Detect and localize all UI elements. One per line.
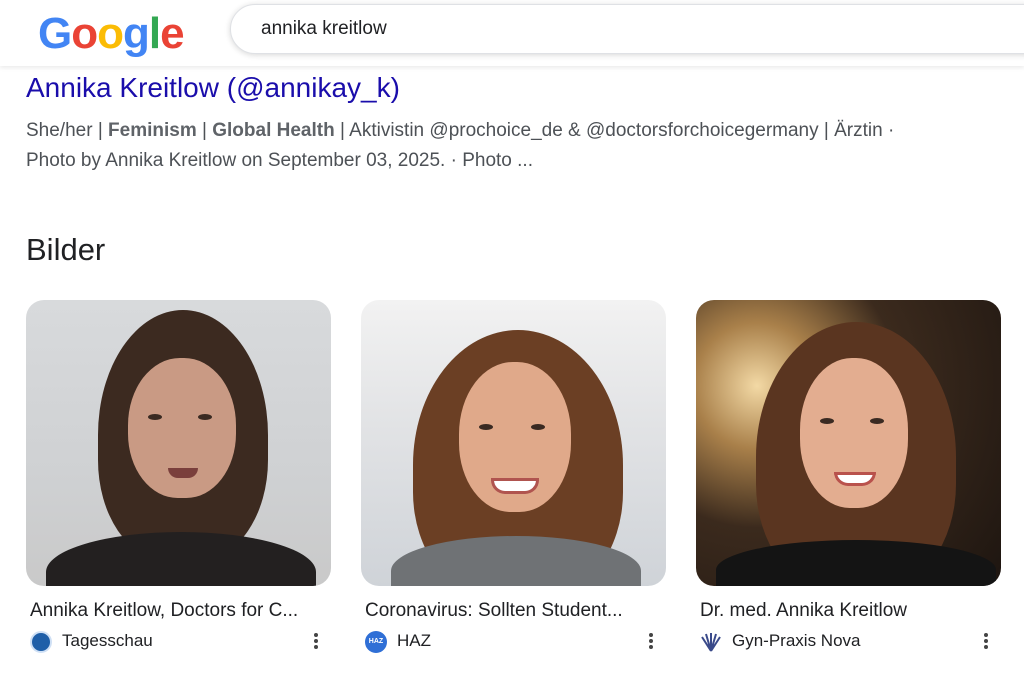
google-logo[interactable]: Google	[38, 9, 185, 59]
more-options-icon[interactable]	[305, 628, 327, 654]
more-options-icon[interactable]	[975, 628, 997, 654]
image-thumbnail[interactable]	[26, 300, 331, 586]
source-name: HAZ	[397, 631, 431, 650]
image-card[interactable]: Coronavirus: Sollten Student... HAZ HAZ	[361, 300, 666, 654]
logo-letter: l	[148, 9, 161, 58]
source-name: Tagesschau	[62, 631, 153, 650]
image-card[interactable]: Dr. med. Annika Kreitlow Gyn-Praxis Nova	[696, 300, 1001, 654]
image-caption[interactable]: Dr. med. Annika Kreitlow	[700, 600, 1000, 622]
gyn-praxis-nova-icon	[700, 631, 722, 653]
search-input[interactable]	[261, 5, 1001, 53]
image-thumbnail[interactable]	[696, 300, 1001, 586]
result-title-link[interactable]: Annika Kreitlow (@annikay_k)	[26, 72, 400, 104]
snippet-line-2: Photo by Annika Kreitlow on September 03…	[26, 150, 533, 171]
image-thumbnail[interactable]	[361, 300, 666, 586]
image-card[interactable]: Annika Kreitlow, Doctors for C... Tagess…	[26, 300, 331, 654]
logo-letter: g	[123, 9, 150, 58]
header: Google	[0, 0, 1024, 66]
snippet-line-1: She/her | Feminism | Global Health | Akt…	[26, 116, 1006, 146]
image-caption[interactable]: Annika Kreitlow, Doctors for C...	[30, 600, 330, 622]
logo-letter: e	[160, 9, 185, 58]
tagesschau-icon	[30, 631, 52, 653]
more-options-icon[interactable]	[640, 628, 662, 654]
result-snippet: She/her | Feminism | Global Health | Akt…	[26, 116, 1006, 176]
logo-letter: o	[97, 9, 124, 58]
images-section-heading: Bilder	[26, 232, 106, 267]
logo-letter: o	[71, 9, 98, 58]
snippet-bold: Global Health	[212, 120, 335, 141]
haz-icon: HAZ	[365, 631, 387, 653]
source-name: Gyn-Praxis Nova	[732, 631, 861, 650]
image-caption[interactable]: Coronavirus: Sollten Student...	[365, 600, 665, 622]
image-source[interactable]: HAZ HAZ	[365, 630, 666, 654]
snippet-bold: Feminism	[108, 120, 197, 141]
snippet-text: |	[196, 120, 213, 141]
search-box[interactable]	[230, 4, 1024, 54]
image-source[interactable]: Tagesschau	[30, 630, 331, 654]
snippet-text: She/her |	[26, 120, 109, 141]
logo-letter: G	[38, 9, 72, 58]
snippet-text: | Aktivistin @prochoice_de & @doctorsfor…	[334, 120, 895, 141]
image-source[interactable]: Gyn-Praxis Nova	[700, 630, 1001, 654]
